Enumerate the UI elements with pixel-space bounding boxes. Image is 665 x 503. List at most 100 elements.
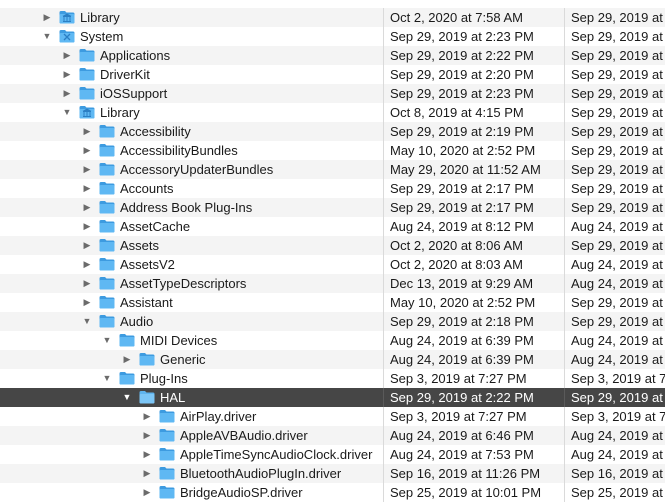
date-modified-cell: Oct 2, 2020 at 8:06 AM: [390, 238, 523, 253]
date-created-cell: Sep 29, 2019 at: [571, 48, 663, 63]
list-row[interactable]: ▼ HAL Sep 29, 2019 at 2:22 PM Sep 29, 2019 …: [0, 388, 665, 407]
list-row[interactable]: ▶ BridgeAudioSP.driver Sep 25, 2019 at 10:…: [0, 483, 665, 502]
date-created-cell: Aug 24, 2019 at: [571, 428, 663, 443]
list-row[interactable]: ▶ iOSSupport Sep 29, 2019 at 2:23 PM Sep 29…: [0, 84, 665, 103]
column-divider: [564, 65, 565, 84]
list-row[interactable]: ▶ Generic Aug 24, 2019 at 6:39 PM Aug 24, 2…: [0, 350, 665, 369]
name-cell: ▼ Audio: [0, 312, 383, 331]
disclosure-triangle-collapsed-icon[interactable]: ▶: [61, 46, 73, 65]
disclosure-triangle-collapsed-icon[interactable]: ▶: [81, 122, 93, 141]
list-row[interactable]: ▶ BluetoothAudioPlugIn.driver Sep 16, 2019…: [0, 464, 665, 483]
column-divider: [564, 426, 565, 445]
disclosure-triangle-collapsed-icon[interactable]: ▶: [81, 160, 93, 179]
list-row[interactable]: ▶ Address Book Plug-Ins Sep 29, 2019 at 2:…: [0, 198, 665, 217]
date-modified-cell: Sep 3, 2019 at 7:27 PM: [390, 371, 527, 386]
date-created-cell: Sep 29, 2019 at: [571, 105, 663, 120]
list-row[interactable]: ▶ AssetsV2 Oct 2, 2020 at 8:03 AM Aug 24, 2…: [0, 255, 665, 274]
folder-icon: [119, 371, 135, 385]
column-divider: [564, 407, 565, 426]
disclosure-triangle-collapsed-icon[interactable]: ▶: [141, 483, 153, 502]
column-divider: [564, 27, 565, 46]
disclosure-triangle-collapsed-icon[interactable]: ▶: [141, 445, 153, 464]
disclosure-triangle-expanded-icon[interactable]: ▼: [41, 27, 53, 46]
disclosure-triangle-collapsed-icon[interactable]: ▶: [141, 426, 153, 445]
list-row[interactable]: ▶ Accessibility Sep 29, 2019 at 2:19 PM Sep…: [0, 122, 665, 141]
item-name: HAL: [160, 390, 186, 405]
date-modified-cell: Sep 29, 2019 at 2:17 PM: [390, 181, 534, 196]
folder-icon: [99, 276, 115, 290]
list-row[interactable]: ▶ Applications Sep 29, 2019 at 2:22 PM Sep …: [0, 46, 665, 65]
column-divider: [383, 27, 384, 46]
disclosure-triangle-expanded-icon[interactable]: ▼: [121, 388, 133, 407]
column-divider: [383, 464, 384, 483]
list-row[interactable]: ▶ Accounts Sep 29, 2019 at 2:17 PM Sep 29, …: [0, 179, 665, 198]
name-cell: ▶ AppleTimeSyncAudioClock.driver: [0, 445, 383, 464]
date-modified-cell: May 10, 2020 at 2:52 PM: [390, 143, 536, 158]
disclosure-triangle-collapsed-icon[interactable]: ▶: [81, 141, 93, 160]
list-row[interactable]: ▶ Library Oct 2, 2020 at 7:58 AM Sep 29, 20…: [0, 8, 665, 27]
disclosure-triangle-collapsed-icon[interactable]: ▶: [41, 8, 53, 27]
folder-icon: [99, 181, 115, 195]
disclosure-triangle-collapsed-icon[interactable]: ▶: [81, 274, 93, 293]
list-row[interactable]: ▶ AccessibilityBundles May 10, 2020 at 2:5…: [0, 141, 665, 160]
column-divider: [383, 8, 384, 27]
list-row[interactable]: ▶ AccessoryUpdaterBundles May 29, 2020 at …: [0, 160, 665, 179]
finder-list-view[interactable]: ▶ Library Oct 2, 2020 at 7:58 AM Sep 29, 20…: [0, 0, 665, 503]
item-name: DriverKit: [100, 67, 150, 82]
date-created-cell: Sep 29, 2019 at: [571, 67, 663, 82]
folder-icon: [99, 295, 115, 309]
list-row[interactable]: ▼ Library Oct 8, 2019 at 4:15 PM Sep 29, 20…: [0, 103, 665, 122]
disclosure-triangle-expanded-icon[interactable]: ▼: [81, 312, 93, 331]
date-created-cell: Sep 29, 2019 at: [571, 86, 663, 101]
name-cell: ▶ AssetTypeDescriptors: [0, 274, 383, 293]
disclosure-triangle-collapsed-icon[interactable]: ▶: [141, 407, 153, 426]
disclosure-triangle-collapsed-icon[interactable]: ▶: [61, 84, 73, 103]
name-cell: ▼ MIDI Devices: [0, 331, 383, 350]
disclosure-triangle-expanded-icon[interactable]: ▼: [101, 331, 113, 350]
date-modified-cell: May 29, 2020 at 11:52 AM: [390, 162, 541, 177]
column-divider: [383, 65, 384, 84]
column-divider: [383, 122, 384, 141]
date-modified-cell: Sep 29, 2019 at 2:23 PM: [390, 86, 534, 101]
list-row[interactable]: ▼ MIDI Devices Aug 24, 2019 at 6:39 PM Aug …: [0, 331, 665, 350]
list-row[interactable]: ▶ Assistant May 10, 2020 at 2:52 PM Sep 29,…: [0, 293, 665, 312]
item-name: BluetoothAudioPlugIn.driver: [180, 466, 342, 481]
item-name: AssetsV2: [120, 257, 175, 272]
list-row[interactable]: ▶ AssetTypeDescriptors Dec 13, 2019 at 9:2…: [0, 274, 665, 293]
column-divider: [383, 217, 384, 236]
disclosure-triangle-collapsed-icon[interactable]: ▶: [81, 217, 93, 236]
name-cell: ▶ AssetsV2: [0, 255, 383, 274]
list-row[interactable]: ▶ AppleAVBAudio.driver Aug 24, 2019 at 6:4…: [0, 426, 665, 445]
item-name: iOSSupport: [100, 86, 168, 101]
column-divider: [383, 483, 384, 502]
column-divider: [383, 388, 384, 407]
list-row[interactable]: ▶ AirPlay.driver Sep 3, 2019 at 7:27 PM Sep…: [0, 407, 665, 426]
disclosure-triangle-collapsed-icon[interactable]: ▶: [81, 198, 93, 217]
list-row[interactable]: ▶ DriverKit Sep 29, 2019 at 2:20 PM Sep 29,…: [0, 65, 665, 84]
list-row[interactable]: ▶ AppleTimeSyncAudioClock.driver Aug 24, 2…: [0, 445, 665, 464]
disclosure-triangle-expanded-icon[interactable]: ▼: [101, 369, 113, 388]
item-name: Library: [100, 105, 140, 120]
disclosure-triangle-collapsed-icon[interactable]: ▶: [61, 65, 73, 84]
list-row[interactable]: ▶ Assets Oct 2, 2020 at 8:06 AM Sep 29, 201…: [0, 236, 665, 255]
disclosure-triangle-collapsed-icon[interactable]: ▶: [81, 255, 93, 274]
column-divider: [383, 312, 384, 331]
item-name: AccessoryUpdaterBundles: [120, 162, 274, 177]
disclosure-triangle-collapsed-icon[interactable]: ▶: [81, 179, 93, 198]
folder-icon: [159, 447, 175, 461]
list-row[interactable]: ▶ AssetCache Aug 24, 2019 at 8:12 PM Aug 24…: [0, 217, 665, 236]
disclosure-triangle-expanded-icon[interactable]: ▼: [61, 103, 73, 122]
list-row[interactable]: ▼ Plug-Ins Sep 3, 2019 at 7:27 PM Sep 3, 20…: [0, 369, 665, 388]
list-row[interactable]: ▼ System Sep 29, 2019 at 2:23 PM Sep 29, 20…: [0, 27, 665, 46]
disclosure-triangle-collapsed-icon[interactable]: ▶: [81, 236, 93, 255]
folder-icon: [99, 257, 115, 271]
date-modified-cell: Oct 2, 2020 at 8:03 AM: [390, 257, 523, 272]
column-divider: [564, 369, 565, 388]
disclosure-triangle-collapsed-icon[interactable]: ▶: [121, 350, 133, 369]
name-cell: ▶ iOSSupport: [0, 84, 383, 103]
column-divider: [564, 350, 565, 369]
disclosure-triangle-collapsed-icon[interactable]: ▶: [81, 293, 93, 312]
disclosure-triangle-collapsed-icon[interactable]: ▶: [141, 464, 153, 483]
list-row[interactable]: ▼ Audio Sep 29, 2019 at 2:18 PM Sep 29, 201…: [0, 312, 665, 331]
column-divider: [383, 141, 384, 160]
